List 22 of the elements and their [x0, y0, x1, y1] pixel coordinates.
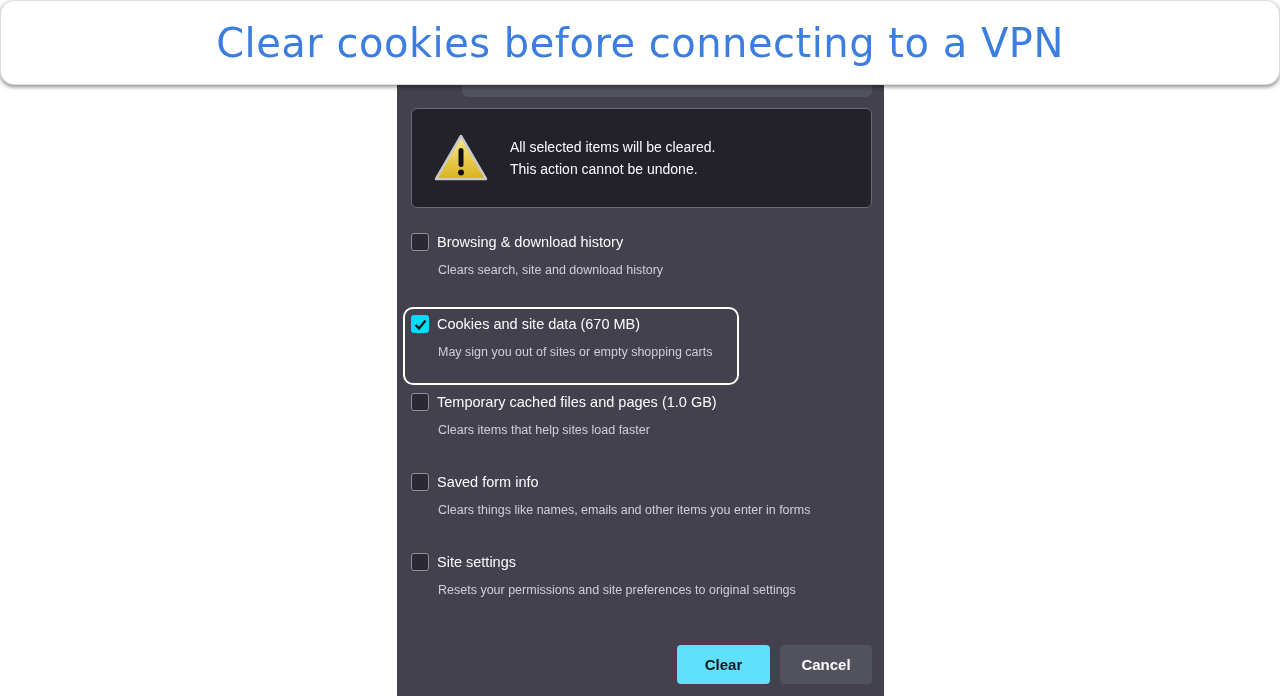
option-label[interactable]: Temporary cached files and pages (1.0 GB): [437, 394, 717, 410]
clear-button[interactable]: Clear: [677, 645, 770, 684]
option-label[interactable]: Browsing & download history: [437, 234, 624, 250]
option-description: May sign you out of sites or empty shopping carts: [438, 345, 714, 359]
option-label[interactable]: Cookies and site data (670 MB): [437, 316, 641, 332]
warning-icon: [434, 134, 488, 182]
warning-text: All selected items will be cleared.: [510, 139, 716, 155]
checkmark-icon: [413, 318, 427, 330]
checkbox[interactable]: [411, 553, 429, 571]
warning-text: This action cannot be undone.: [510, 161, 699, 177]
banner-title: Clear cookies before connecting to a VPN: [216, 19, 1064, 66]
checkbox[interactable]: [411, 315, 429, 333]
checkbox[interactable]: [411, 473, 429, 491]
option-description: Clears things like names, emails and other items you enter in forms: [438, 503, 812, 517]
checkbox[interactable]: [411, 393, 429, 411]
cancel-button[interactable]: Cancel: [780, 645, 872, 684]
option-label[interactable]: Saved form info: [437, 474, 539, 490]
checkbox[interactable]: [411, 233, 429, 251]
option-label[interactable]: Site settings: [437, 554, 516, 570]
option-description: Clears search, site and download history: [438, 263, 665, 277]
option-description: Clears items that help sites load faster: [438, 423, 651, 437]
option-description: Resets your permissions and site preferences to original settings: [438, 583, 797, 597]
